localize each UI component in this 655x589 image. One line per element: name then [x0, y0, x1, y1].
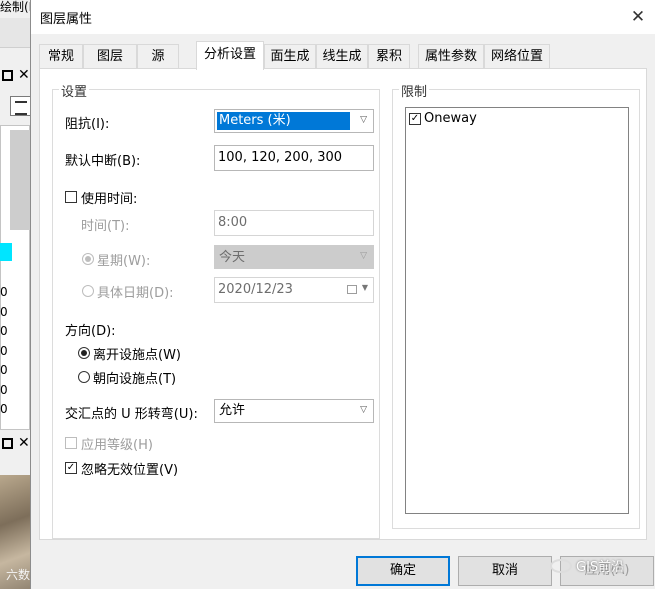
- ignore-invalid-locations-label: 忽略无效位置(V): [81, 463, 179, 478]
- tab-polygon-generation[interactable]: 面生成: [264, 44, 316, 69]
- toward-facilities-radio[interactable]: [78, 371, 90, 383]
- impedance-value: Meters (米): [217, 112, 350, 130]
- impedance-label: 阻抗(I):: [65, 117, 110, 132]
- background-digit: 0: [0, 402, 8, 416]
- close-icon[interactable]: ✕: [625, 4, 651, 30]
- background-digit: 0: [0, 363, 8, 377]
- restrictions-group: 限制 ✓ Oneway: [392, 81, 640, 529]
- wechat-icon: [550, 559, 572, 573]
- settings-group-label: 设置: [59, 81, 90, 100]
- title-bar: 图层属性 ✕: [31, 0, 655, 34]
- check-icon: ✓: [410, 113, 420, 124]
- close-icon[interactable]: ✕: [18, 67, 30, 83]
- default-breaks-label: 默认中断(B):: [65, 154, 141, 169]
- tab-general[interactable]: 常规: [39, 44, 83, 69]
- cancel-button[interactable]: 取消: [458, 556, 552, 586]
- uturn-value: 允许: [219, 403, 246, 418]
- analysis-settings-panel: 设置 阻抗(I): Meters (米) ▽ 默认中断(B): 100, 120…: [39, 68, 647, 540]
- dialog-title: 图层属性: [40, 12, 93, 27]
- tab-layer[interactable]: 图层: [83, 44, 137, 69]
- ok-button[interactable]: 确定: [356, 556, 450, 586]
- close-icon[interactable]: ✕: [18, 435, 30, 451]
- restrictions-list[interactable]: ✓ Oneway: [405, 107, 629, 514]
- impedance-dropdown[interactable]: Meters (米) ▽: [214, 109, 374, 133]
- weekday-radio[interactable]: [82, 253, 94, 265]
- chevron-down-icon: ▼: [361, 283, 368, 292]
- uturn-dropdown[interactable]: 允许 ▽: [214, 399, 374, 423]
- check-icon: ✓: [66, 462, 76, 473]
- direction-label: 方向(D):: [65, 324, 116, 339]
- time-input[interactable]: 8:00: [214, 210, 374, 236]
- use-hierarchy-checkbox[interactable]: [65, 437, 77, 449]
- use-hierarchy-label: 应用等级(H): [81, 438, 153, 453]
- background-digit: 0: [0, 304, 8, 319]
- oneway-checkbox[interactable]: ✓: [409, 113, 421, 125]
- tab-line-generation[interactable]: 线生成: [316, 44, 368, 69]
- tab-source[interactable]: 源: [137, 44, 179, 69]
- weekday-value: 今天: [219, 250, 246, 265]
- list-view-icon[interactable]: [10, 96, 32, 116]
- tab-network-locations[interactable]: 网络位置: [484, 44, 550, 69]
- tab-accumulation[interactable]: 累积: [368, 44, 410, 69]
- away-from-facilities-label: 离开设施点(W): [93, 348, 181, 363]
- background-scrollbar[interactable]: [10, 130, 30, 230]
- toward-facilities-label: 朝向设施点(T): [93, 372, 177, 387]
- chevron-down-icon: ▽: [360, 115, 367, 125]
- oneway-label: Oneway: [424, 111, 477, 126]
- specific-date-value: 2020/12/23: [218, 282, 293, 297]
- background-digit: 0: [0, 324, 8, 338]
- restore-icon[interactable]: [2, 438, 13, 449]
- restrictions-group-label: 限制: [399, 81, 430, 100]
- background-digit: 0: [0, 382, 8, 397]
- chevron-down-icon: ▽: [360, 251, 367, 261]
- background-digit: 0: [0, 343, 8, 358]
- chevron-down-icon: ▽: [360, 405, 367, 415]
- weekday-label: 星期(W):: [97, 254, 151, 269]
- default-breaks-input[interactable]: 100, 120, 200, 300: [214, 145, 374, 171]
- uturn-label: 交汇点的 U 形转弯(U):: [65, 407, 198, 422]
- time-label: 时间(T):: [81, 219, 130, 234]
- background-digit-column: 0 0 0 0 0 0 0: [0, 283, 8, 420]
- specific-date-picker[interactable]: 2020/12/23 ▼: [214, 277, 374, 303]
- away-from-facilities-radio[interactable]: [78, 347, 90, 359]
- weekday-dropdown[interactable]: 今天 ▽: [214, 245, 374, 269]
- specific-date-label: 具体日期(D):: [97, 286, 174, 301]
- calendar-icon[interactable]: [347, 285, 357, 294]
- watermark: GIS前沿: [550, 556, 624, 575]
- use-time-label: 使用时间:: [81, 192, 138, 207]
- background-selected-row: [0, 243, 12, 261]
- use-time-checkbox[interactable]: [65, 191, 77, 203]
- background-digit: 0: [0, 285, 8, 299]
- specific-date-radio[interactable]: [82, 285, 94, 297]
- ignore-invalid-locations-checkbox[interactable]: ✓: [65, 462, 77, 474]
- settings-group: 设置 阻抗(I): Meters (米) ▽ 默认中断(B): 100, 120…: [52, 81, 380, 539]
- layer-properties-dialog: 图层属性 ✕ 常规 图层 源 分析设置 面生成 线生成 累积 属性参数 网络位置…: [30, 0, 655, 589]
- watermark-text: GIS前沿: [576, 560, 625, 575]
- restore-icon[interactable]: [2, 70, 13, 81]
- tab-analysis-settings[interactable]: 分析设置: [196, 41, 264, 70]
- tab-attribute-parameters[interactable]: 属性参数: [418, 44, 484, 69]
